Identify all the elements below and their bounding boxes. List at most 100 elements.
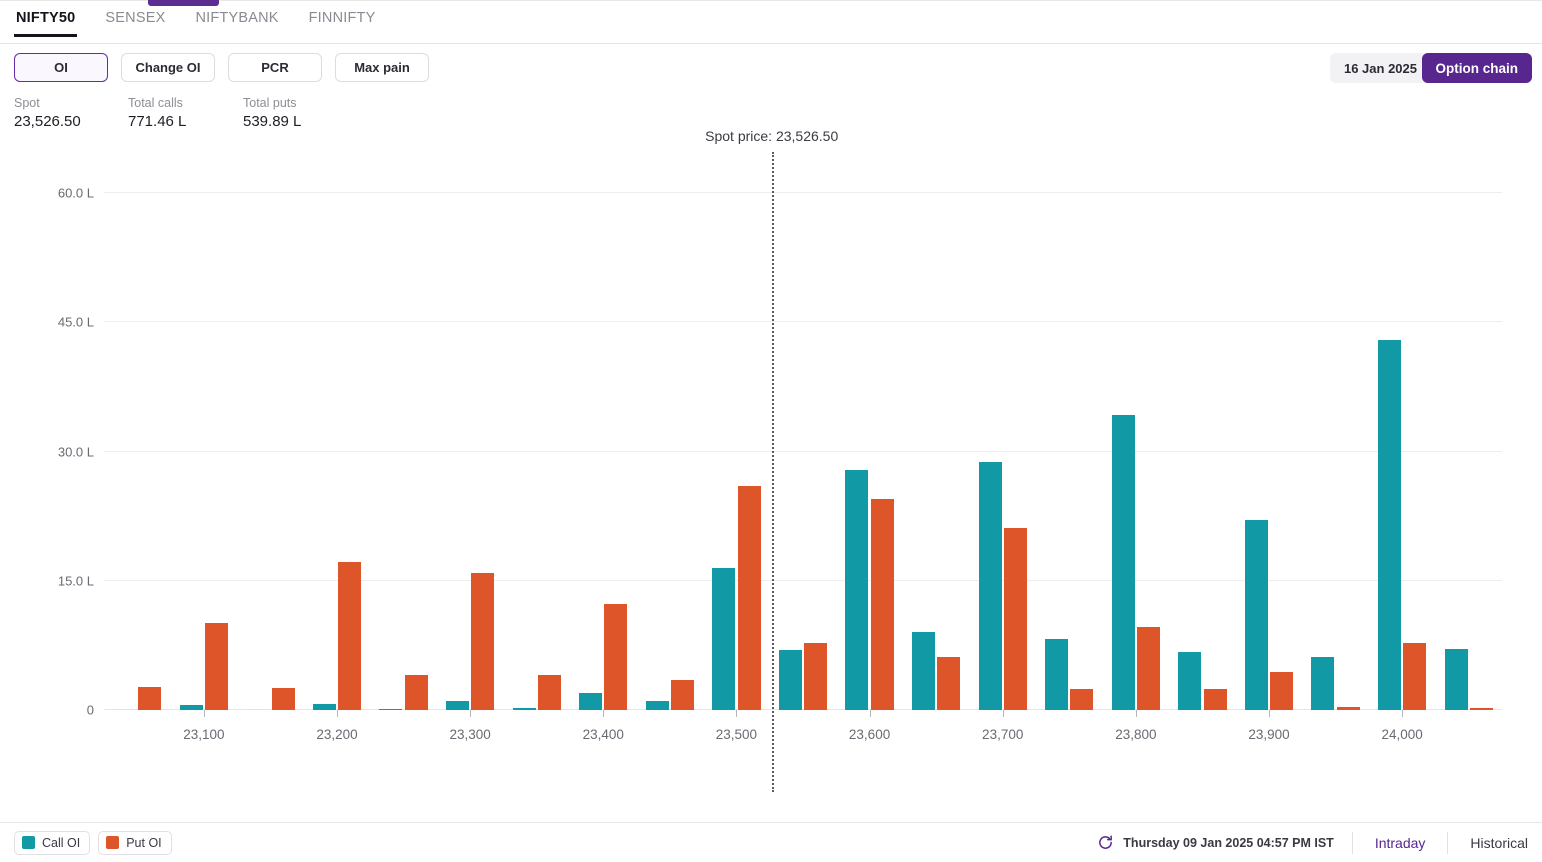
mode-button-pcr[interactable]: PCR — [228, 53, 322, 82]
tab-sensex[interactable]: SENSEX — [103, 6, 167, 37]
bar-put-23300[interactable] — [471, 573, 495, 710]
x-axis-tick-mark — [1402, 710, 1404, 717]
tab-label: FINNIFTY — [308, 10, 376, 26]
tab-label: SENSEX — [105, 10, 166, 26]
x-axis-tick-label: 23,700 — [982, 727, 1024, 742]
bar-call-23950[interactable] — [1311, 656, 1335, 710]
bar-call-24050[interactable] — [1444, 648, 1468, 710]
x-axis-tick-label: 23,300 — [449, 727, 491, 742]
bar-call-23400[interactable] — [579, 693, 603, 710]
legend-label: Put OI — [126, 835, 162, 850]
x-axis-tick-mark — [203, 710, 205, 717]
legend-item-call-oi[interactable]: Call OI — [14, 830, 91, 855]
bar-call-23350[interactable] — [512, 708, 536, 710]
mode-button-max-pain[interactable]: Max pain — [335, 53, 429, 82]
bar-put-23750[interactable] — [1070, 689, 1094, 710]
bar-put-23100[interactable] — [205, 623, 228, 710]
stat-value: 539.89 L — [243, 113, 302, 130]
index-tab-bar: NIFTY50 SENSEX NIFTYBANK FINNIFTY — [0, 6, 1542, 44]
bar-put-23050[interactable] — [138, 686, 162, 710]
bar-call-23600[interactable] — [845, 469, 869, 710]
y-axis-tick-label: 45.0 L — [57, 314, 94, 330]
x-axis-tick-label: 23,400 — [582, 727, 624, 742]
tab-label: NIFTYBANK — [195, 10, 279, 26]
bar-put-23500[interactable] — [737, 486, 761, 710]
bar-call-23900[interactable] — [1244, 519, 1268, 710]
bar-put-23950[interactable] — [1336, 707, 1360, 710]
stat-label: Spot — [14, 96, 40, 110]
bar-series-container — [104, 176, 1502, 710]
y-axis-tick-label: 15.0 L — [57, 573, 94, 589]
x-axis-tick-mark — [337, 710, 338, 717]
bar-call-23450[interactable] — [645, 700, 669, 710]
legend-item-put-oi[interactable]: Put OI — [98, 830, 172, 855]
x-axis-tick-mark — [1135, 710, 1137, 717]
x-axis-tick-mark — [603, 710, 605, 717]
x-axis-tick-label: 23,800 — [1115, 727, 1157, 742]
refresh-icon[interactable] — [1097, 834, 1114, 851]
bar-call-23800[interactable] — [1111, 414, 1135, 710]
oi-chart: 0 15.0 L 30.0 L 45.0 L 60.0 L 23,100 23,200 23,… — [0, 128, 1542, 805]
chart-footer: Call OI Put OI Thursday 09 Jan 2025 04:57… — [0, 822, 1542, 862]
mode-button-change-oi[interactable]: Change OI — [121, 53, 215, 82]
spot-price-annotation: Spot price: 23,526.50 — [705, 128, 839, 144]
bar-put-23850[interactable] — [1203, 689, 1227, 710]
expiry-date-label: 16 Jan 2025 — [1343, 60, 1417, 76]
stat-total-puts: Total puts 539.89 L — [243, 96, 301, 130]
x-axis-tick-label: 23,200 — [316, 727, 358, 742]
bar-call-23500[interactable] — [712, 567, 736, 710]
bar-put-23800[interactable] — [1137, 627, 1160, 710]
bar-call-23050[interactable] — [113, 708, 137, 710]
x-axis-tick-label: 23,600 — [848, 727, 891, 742]
x-axis-tick-mark — [1269, 710, 1270, 717]
bar-call-24000[interactable] — [1378, 339, 1401, 710]
bar-call-23200[interactable] — [312, 703, 336, 710]
tab-label: NIFTY50 — [16, 10, 76, 26]
option-chain-button[interactable]: Option chain — [1421, 53, 1532, 83]
bar-put-24000[interactable] — [1403, 642, 1427, 710]
bar-put-23150[interactable] — [271, 688, 295, 710]
bar-call-23650[interactable] — [912, 631, 935, 710]
bar-put-24050[interactable] — [1469, 708, 1493, 710]
bar-put-23350[interactable] — [537, 674, 561, 710]
footer-link-intraday[interactable]: Intraday — [1371, 835, 1430, 851]
bar-put-23550[interactable] — [804, 642, 828, 710]
bar-put-23450[interactable] — [671, 679, 694, 710]
bar-call-23100[interactable] — [179, 705, 203, 710]
chart-legend: Call OI Put OI — [14, 830, 172, 855]
y-axis-tick-label: 30.0 L — [57, 444, 94, 460]
stat-total-calls: Total calls 771.46 L — [128, 96, 243, 130]
bar-call-23700[interactable] — [978, 461, 1002, 710]
stat-spot: Spot 23,526.50 — [14, 96, 128, 130]
x-axis-tick-label: 23,900 — [1248, 727, 1290, 742]
bar-put-23250[interactable] — [404, 674, 428, 710]
bar-put-23400[interactable] — [604, 604, 628, 710]
stat-label: Total calls — [128, 96, 183, 110]
bar-call-23250[interactable] — [379, 708, 403, 710]
tab-niftybank[interactable]: NIFTYBANK — [193, 6, 280, 37]
bar-call-23850[interactable] — [1178, 652, 1202, 710]
x-axis-tick-label: 23,500 — [715, 727, 758, 742]
legend-label: Call OI — [42, 835, 81, 850]
bar-put-23650[interactable] — [937, 657, 961, 710]
bar-put-23200[interactable] — [338, 561, 362, 710]
bar-call-23750[interactable] — [1045, 638, 1069, 710]
bar-call-23550[interactable] — [778, 649, 802, 710]
y-axis-tick-label: 60.0 L — [57, 185, 94, 201]
tab-finnifty[interactable]: FINNIFTY — [307, 6, 378, 37]
chart-toolbar: OI Change OI PCR Max pain — [0, 47, 1542, 89]
top-hairline — [0, 0, 1542, 1]
stat-label: Total puts — [243, 96, 297, 110]
bar-call-23150[interactable] — [246, 708, 270, 710]
x-axis-tick-mark — [470, 710, 472, 717]
footer-divider-2 — [1447, 831, 1449, 854]
bar-call-23300[interactable] — [446, 700, 469, 710]
legend-swatch-icon — [106, 836, 120, 849]
mode-button-oi[interactable]: OI — [14, 53, 108, 82]
bar-put-23700[interactable] — [1003, 528, 1027, 710]
tab-nifty50[interactable]: NIFTY50 — [14, 6, 78, 37]
footer-link-historical[interactable]: Historical — [1466, 835, 1532, 851]
y-axis-tick-label: 0 — [86, 702, 94, 718]
bar-put-23900[interactable] — [1270, 672, 1294, 710]
bar-put-23600[interactable] — [870, 498, 894, 710]
